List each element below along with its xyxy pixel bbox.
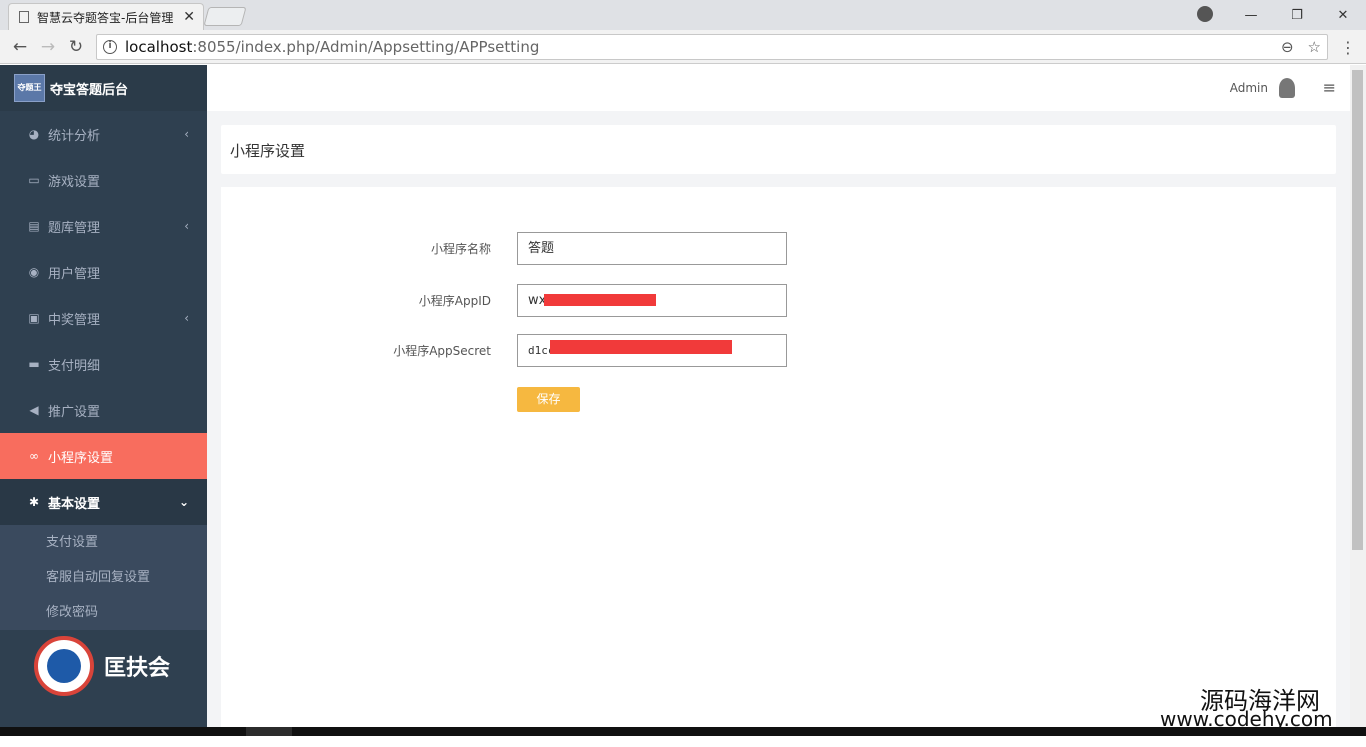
- name-input[interactable]: 答题: [517, 232, 787, 265]
- sidebar-subitem-auto-reply[interactable]: 客服自动回复设置: [0, 560, 207, 595]
- sidebar-item-label: 游戏设置: [48, 174, 101, 190]
- sidebar-item-statistics[interactable]: ◕ 统计分析 ‹: [0, 111, 207, 157]
- browser-tab-strip: 智慧云夺题答宝-后台管理 ✕ — ❐ ✕: [0, 0, 1366, 30]
- panel-header: 小程序设置: [221, 125, 1336, 174]
- sidebar-item-game-settings[interactable]: ▭ 游戏设置: [0, 157, 207, 203]
- sidebar-item-label: 用户管理: [48, 266, 101, 282]
- new-tab-button[interactable]: [203, 7, 247, 26]
- save-button[interactable]: 保存: [517, 387, 580, 412]
- sidebar-item-basic-settings[interactable]: ✱ 基本设置 ⌄: [0, 479, 207, 525]
- gamepad-icon: ▭: [28, 173, 40, 187]
- sidebar-item-label: 统计分析: [48, 128, 101, 144]
- watermark-url: www.codehy.com: [1160, 707, 1333, 731]
- emblem-logo: [34, 636, 94, 696]
- restore-icon[interactable]: ❐: [1274, 8, 1320, 23]
- tab-title: 智慧云夺题答宝-后台管理: [37, 10, 174, 25]
- link-icon: ∞: [29, 449, 39, 463]
- page-scrollbar[interactable]: [1350, 65, 1366, 727]
- page-title: 小程序设置: [230, 142, 306, 160]
- forward-icon[interactable]: →: [38, 37, 58, 57]
- browser-tab[interactable]: 智慧云夺题答宝-后台管理 ✕: [8, 3, 204, 30]
- watermark: 源码海洋网 www.codehy.com: [1158, 681, 1366, 731]
- chevron-left-icon: ‹: [184, 311, 189, 325]
- info-icon[interactable]: i: [103, 40, 117, 54]
- name-label: 小程序名称: [430, 242, 491, 256]
- appid-label: 小程序AppID: [418, 294, 491, 308]
- sidebar-item-label: 题库管理: [48, 220, 101, 236]
- chevron-left-icon: ‹: [184, 127, 189, 141]
- address-bar[interactable]: i localhost:8055/index.php/Admin/Appsett…: [96, 34, 1328, 60]
- basic-settings-submenu: 支付设置 客服自动回复设置 修改密码: [0, 525, 207, 630]
- cog-icon: ✱: [28, 495, 40, 509]
- profile-icon[interactable]: [1197, 6, 1213, 22]
- window-controls: — ❐ ✕: [1228, 0, 1366, 30]
- credit-card-icon: ▬: [28, 357, 40, 371]
- minimize-icon[interactable]: —: [1228, 8, 1274, 23]
- close-window-icon[interactable]: ✕: [1320, 8, 1366, 23]
- document-icon: [19, 11, 29, 23]
- browser-toolbar: ← → ↻ i localhost:8055/index.php/Admin/A…: [0, 30, 1366, 64]
- browser-menu-icon[interactable]: ⋮: [1340, 38, 1356, 57]
- sidebar-item-label: 小程序设置: [48, 450, 114, 466]
- sidebar-item-label: 推广设置: [48, 404, 101, 420]
- redaction-mark: [544, 294, 656, 306]
- sidebar-item-miniprogram[interactable]: ∞ 小程序设置: [0, 433, 207, 479]
- sidebar-item-label: 支付明细: [48, 358, 101, 374]
- brand[interactable]: 夺题王 夺宝答题后台: [0, 65, 207, 111]
- brand-name: 夺宝答题后台: [50, 82, 129, 98]
- user-icon: ◉: [28, 265, 40, 279]
- settings-form-panel: 小程序名称 答题 小程序AppID wx 小程序AppSecret d1cc 保…: [221, 187, 1336, 747]
- list-icon: ▤: [28, 219, 40, 233]
- sidebar-item-label: 中奖管理: [48, 312, 101, 328]
- sidebar-subitem-change-password[interactable]: 修改密码: [0, 595, 207, 630]
- sidebar-item-promotion[interactable]: ◀ 推广设置: [0, 387, 207, 433]
- avatar[interactable]: [1279, 78, 1295, 98]
- zoom-icon[interactable]: ⊖: [1281, 38, 1294, 56]
- bottom-logo: 匡扶会: [34, 636, 170, 696]
- sidebar-subitem-payment-settings[interactable]: 支付设置: [0, 525, 207, 560]
- chevron-left-icon: ‹: [184, 219, 189, 233]
- sidebar-item-users[interactable]: ◉ 用户管理: [0, 249, 207, 295]
- sidebar-item-question-bank[interactable]: ▤ 题库管理 ‹: [0, 203, 207, 249]
- bottom-logo-text: 匡扶会: [104, 656, 171, 681]
- hamburger-menu-icon[interactable]: ≡: [1323, 78, 1336, 97]
- portrait-icon: ▣: [28, 311, 40, 325]
- reload-icon[interactable]: ↻: [66, 37, 86, 57]
- chevron-down-icon: ⌄: [178, 495, 189, 509]
- back-icon[interactable]: ←: [10, 37, 30, 57]
- user-name[interactable]: Admin: [1230, 81, 1268, 95]
- secret-label: 小程序AppSecret: [393, 344, 491, 358]
- pie-chart-icon: ◕: [28, 127, 40, 141]
- brand-logo: 夺题王: [14, 74, 45, 102]
- sidebar: 夺题王 夺宝答题后台 ◕ 统计分析 ‹ ▭ 游戏设置 ▤ 题库管理 ‹ ◉ 用户…: [0, 65, 207, 727]
- topbar: Admin ≡: [207, 65, 1350, 111]
- bullhorn-icon: ◀: [29, 403, 39, 417]
- redaction-mark: [550, 340, 732, 354]
- sidebar-item-payments[interactable]: ▬ 支付明细: [0, 341, 207, 387]
- sidebar-item-prizes[interactable]: ▣ 中奖管理 ‹: [0, 295, 207, 341]
- url-path: :8055/index.php/Admin/Appsetting/APPsett…: [192, 38, 540, 56]
- bookmark-star-icon[interactable]: ☆: [1308, 38, 1321, 56]
- tab-close-icon[interactable]: ✕: [183, 9, 195, 25]
- url-host: localhost: [125, 38, 193, 56]
- sidebar-item-label: 基本设置: [48, 496, 101, 512]
